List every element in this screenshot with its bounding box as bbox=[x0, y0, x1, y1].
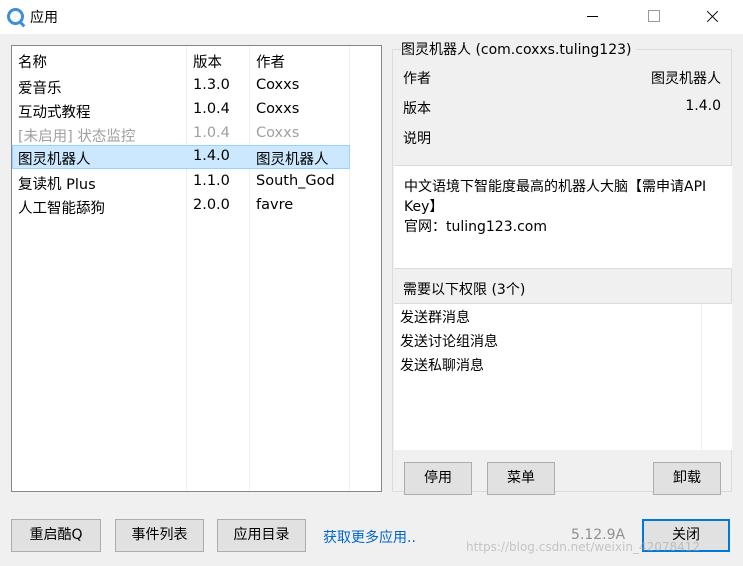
description-text: 中文语境下智能度最高的机器人大脑【需申请API bbox=[404, 179, 707, 195]
list-item[interactable]: 人工智能舔狗 2.0.0 favre bbox=[12, 194, 350, 218]
list-item[interactable]: 爱音乐 1.3.0 Coxxs bbox=[12, 74, 350, 98]
permission-item: 发送讨论组消息 bbox=[400, 334, 498, 350]
menu-button[interactable]: 菜单 bbox=[487, 462, 555, 495]
get-more-apps-link[interactable]: 获取更多应用.. bbox=[323, 527, 416, 547]
app-name: 图灵机器人 bbox=[18, 152, 91, 168]
app-version: 1.0.4 bbox=[193, 101, 230, 117]
uninstall-button[interactable]: 卸载 bbox=[653, 462, 721, 495]
description-label: 说明 bbox=[403, 131, 431, 147]
app-author: South_God bbox=[256, 173, 335, 189]
list-item-selected[interactable]: 图灵机器人 1.4.0 图灵机器人 bbox=[12, 145, 350, 169]
app-version: 1.0.4 bbox=[193, 125, 230, 141]
permissions-scrollbar[interactable] bbox=[701, 304, 732, 450]
app-detail-panel: 图灵机器人 (com.coxxs.tuling123) 作者 图灵机器人 版本 … bbox=[392, 33, 732, 495]
app-version: 2.0.0 bbox=[193, 197, 230, 213]
minimize-button[interactable] bbox=[569, 0, 615, 32]
version-value: 1.4.0 bbox=[685, 98, 721, 114]
app-directory-button[interactable]: 应用目录 bbox=[217, 519, 306, 552]
app-version: 1.4.0 bbox=[193, 148, 230, 164]
title-bar: 应用 bbox=[0, 0, 743, 34]
app-name: 爱音乐 bbox=[18, 81, 62, 97]
restart-coolq-button[interactable]: 重启酷Q bbox=[11, 519, 101, 552]
app-list[interactable]: 名称 版本 作者 爱音乐 1.3.0 Coxxs 互动式教程 1.0.4 Cox… bbox=[11, 45, 382, 492]
app-author: Coxxs bbox=[256, 77, 300, 93]
list-item[interactable]: 互动式教程 1.0.4 Coxxs bbox=[12, 98, 350, 122]
version-label: 版本 bbox=[403, 101, 431, 117]
app-name: 人工智能舔狗 bbox=[18, 201, 105, 217]
permissions-header: 需要以下权限 (3个) bbox=[403, 282, 526, 298]
close-window-button[interactable] bbox=[693, 0, 739, 32]
app-author: Coxxs bbox=[256, 101, 300, 117]
app-name: 互动式教程 bbox=[18, 105, 91, 121]
app-author: Coxxs bbox=[256, 125, 300, 141]
app-version: 1.3.0 bbox=[193, 77, 230, 93]
list-item[interactable]: [未启用] 状态监控 1.0.4 Coxxs bbox=[12, 122, 350, 146]
detail-group-box: 作者 图灵机器人 版本 1.4.0 说明 中文语境下智能度最高的机器人大脑【需申… bbox=[392, 49, 732, 495]
watermark-text: https://blog.csdn.net/weixin_42078412 bbox=[466, 540, 701, 554]
column-header-version[interactable]: 版本 bbox=[193, 51, 222, 72]
app-version: 1.1.0 bbox=[193, 173, 230, 189]
app-name: [未启用] 状态监控 bbox=[18, 129, 136, 145]
column-header-name[interactable]: 名称 bbox=[18, 51, 47, 72]
maximize-button[interactable] bbox=[631, 0, 677, 32]
app-name: 复读机 Plus bbox=[18, 177, 96, 193]
event-list-button[interactable]: 事件列表 bbox=[115, 519, 204, 552]
list-header: 名称 版本 作者 bbox=[12, 48, 349, 72]
disable-button[interactable]: 停用 bbox=[404, 462, 472, 495]
website-text: 官网：tuling123.com bbox=[404, 219, 547, 235]
permission-item: 发送群消息 bbox=[400, 310, 470, 326]
list-item[interactable]: 复读机 Plus 1.1.0 South_God bbox=[12, 170, 350, 194]
coolq-logo-icon bbox=[7, 8, 24, 25]
window-title: 应用 bbox=[30, 10, 58, 26]
author-value: 图灵机器人 bbox=[651, 71, 721, 87]
permissions-list[interactable]: 发送群消息 发送讨论组消息 发送私聊消息 bbox=[394, 303, 732, 450]
column-header-author[interactable]: 作者 bbox=[256, 51, 285, 72]
app-author: favre bbox=[256, 197, 294, 213]
description-box: 中文语境下智能度最高的机器人大脑【需申请API Key】 官网：tuling12… bbox=[394, 165, 732, 269]
app-author: 图灵机器人 bbox=[256, 152, 329, 168]
description-text: Key】 bbox=[404, 199, 444, 215]
detail-title: 图灵机器人 (com.coxxs.tuling123) bbox=[401, 39, 636, 59]
permission-item: 发送私聊消息 bbox=[400, 358, 484, 374]
author-label: 作者 bbox=[403, 71, 431, 87]
